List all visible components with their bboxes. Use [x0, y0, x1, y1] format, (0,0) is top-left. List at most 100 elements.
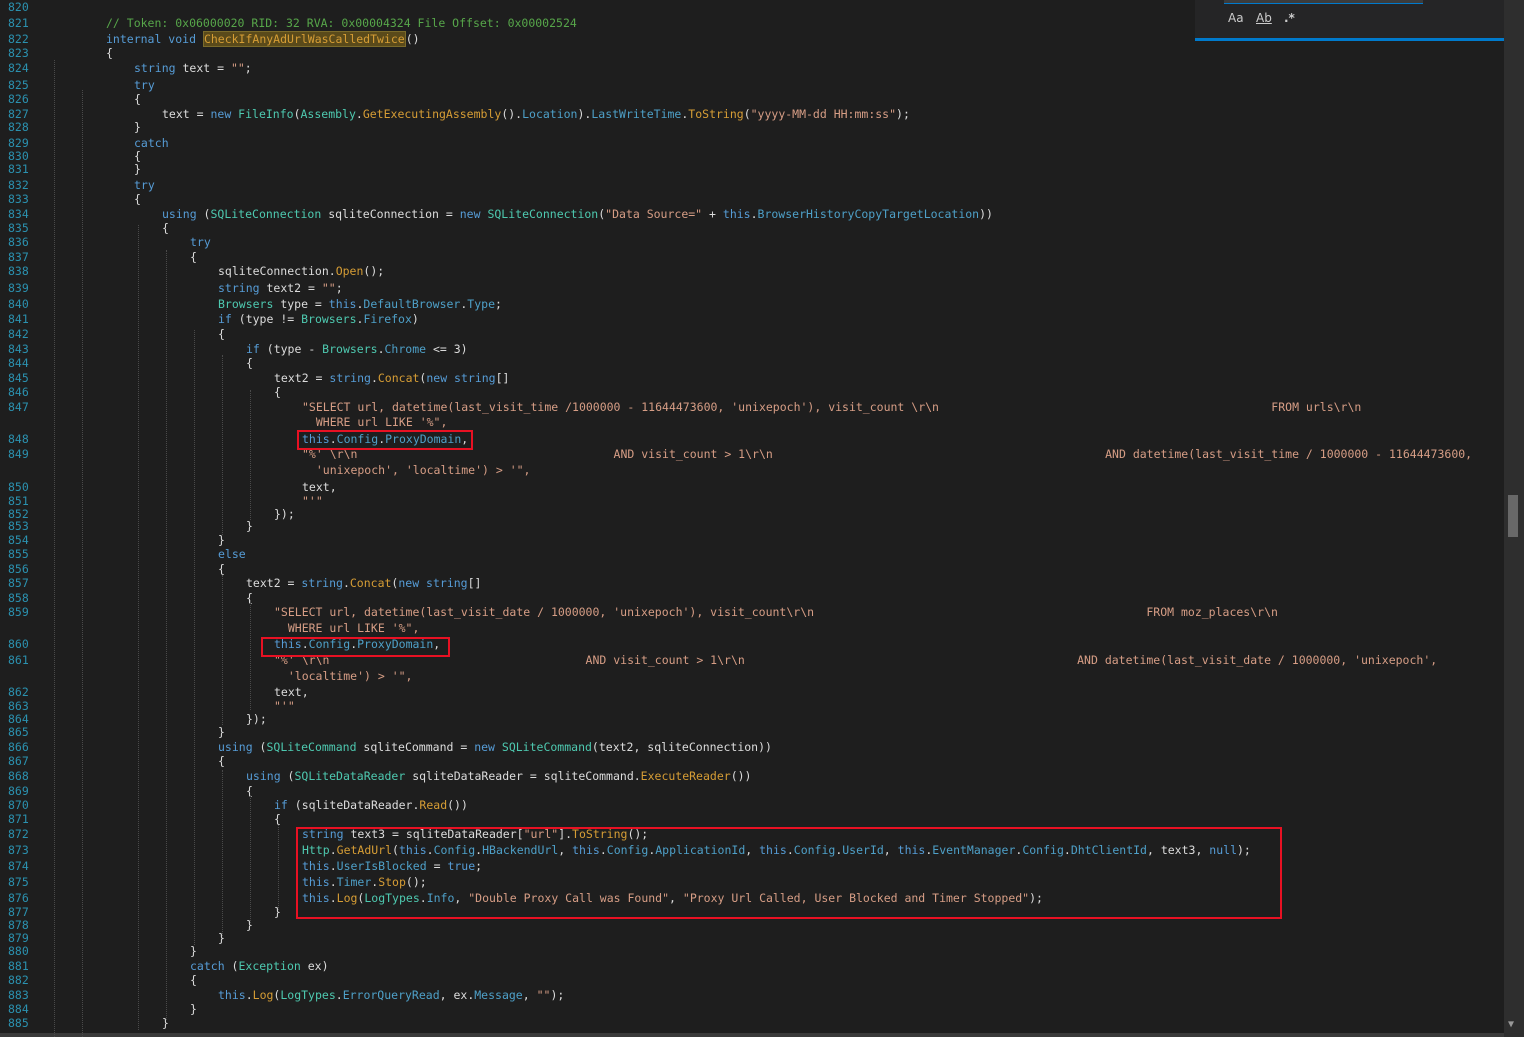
code-token: [] [495, 371, 510, 385]
line-number: 824 [8, 61, 29, 75]
code-token: { [134, 92, 141, 106]
code-token: ( [743, 107, 751, 121]
code-line: { [218, 754, 225, 768]
code-token: text, [302, 480, 337, 494]
code-token: ; [244, 61, 252, 75]
code-token: "SELECT url, datetime(last_visit_date / … [274, 605, 1278, 619]
code-line: { [162, 221, 169, 235]
code-token: 'localtime') > '", [274, 669, 413, 683]
code-token: string [134, 61, 176, 75]
code-token: string [218, 281, 260, 295]
code-line: string text = ""; [134, 61, 252, 75]
line-number: 860 [8, 637, 29, 651]
line-number: 825 [8, 78, 29, 92]
code-token: ). [577, 107, 592, 121]
line-number: 832 [8, 178, 29, 192]
code-line: } [190, 1002, 197, 1016]
line-number: 841 [8, 312, 29, 326]
code-token: Location [522, 107, 578, 121]
line-number: 843 [8, 342, 29, 356]
code-line: this.Log(LogTypes.ErrorQueryRead, ex.Mes… [218, 988, 564, 1002]
vertical-scrollbar[interactable]: ▼ [1504, 0, 1524, 1037]
line-number: 836 [8, 235, 29, 249]
code-token: Message [474, 988, 523, 1002]
code-token: GetExecutingAssembly [362, 107, 502, 121]
code-token: { [218, 754, 225, 768]
code-token: "" [321, 281, 336, 295]
code-line: { [218, 562, 225, 576]
code-token: LogTypes [280, 988, 336, 1002]
line-number: 862 [8, 685, 29, 699]
code-line: text2 = string.Concat(new string[] [274, 371, 509, 385]
code-line: } [246, 519, 253, 533]
code-token: , [522, 988, 537, 1002]
highlight-box-adurl-block [296, 827, 1282, 919]
indent-guide [222, 770, 223, 940]
code-token: () [405, 32, 420, 46]
code-line: { [274, 385, 281, 399]
line-number: 881 [8, 959, 29, 973]
code-line: { [274, 812, 281, 826]
scrollbar-thumb[interactable] [1508, 495, 1518, 537]
indent-guide [54, 60, 55, 1037]
line-number: 859 [8, 605, 29, 619]
line-number: 876 [8, 891, 29, 905]
line-number: 875 [8, 875, 29, 889]
code-token: { [162, 221, 169, 235]
scroll-down-arrow-icon[interactable]: ▼ [1508, 1019, 1514, 1030]
code-token: try [134, 78, 155, 92]
code-token: Browsers [322, 342, 378, 356]
line-number: 868 [8, 769, 29, 783]
code-line: text2 = string.Concat(new string[] [246, 576, 481, 590]
code-line: using (SQLiteDataReader sqliteDataReader… [246, 769, 751, 783]
horizontal-scrollbar[interactable] [0, 1033, 1504, 1037]
code-token: this [722, 207, 751, 221]
line-number: 833 [8, 192, 29, 206]
code-line: else [218, 547, 246, 561]
code-token: { [274, 385, 281, 399]
code-token: . [342, 576, 350, 590]
code-token: . [355, 107, 363, 121]
line-number: 861 [8, 653, 29, 667]
code-token: } [246, 519, 253, 533]
code-line: }); [246, 712, 267, 726]
indent-guide [278, 825, 279, 910]
code-line: } [134, 162, 141, 176]
code-token: text2 = [274, 371, 330, 385]
code-token: Browsers [218, 297, 274, 311]
code-token: "'" [274, 699, 295, 713]
code-token: WHERE url LIKE '%", [274, 621, 420, 635]
line-number: 853 [8, 519, 29, 533]
code-token: if [274, 798, 288, 812]
code-token: sqliteConnection. [218, 264, 336, 278]
line-number: 867 [8, 754, 29, 768]
indent-guide [194, 330, 195, 945]
code-token: ()) [447, 798, 468, 812]
line-number: 837 [8, 250, 29, 264]
line-number: 830 [8, 149, 29, 163]
line-number: 863 [8, 699, 29, 713]
line-number: 823 [8, 46, 29, 60]
line-number: 879 [8, 931, 29, 945]
code-token: { [218, 562, 225, 576]
code-token: 'unixepoch', 'localtime') > '", [302, 463, 531, 477]
whole-word-icon[interactable]: Ab [1256, 11, 1272, 25]
indent-guide [166, 250, 167, 1020]
code-line: string text2 = ""; [218, 281, 343, 295]
match-case-icon[interactable]: Aa [1228, 11, 1244, 25]
regex-icon[interactable]: .* [1284, 11, 1295, 25]
code-token: "" [230, 61, 245, 75]
code-line: { [134, 92, 141, 106]
code-token: text2 = [259, 281, 322, 295]
code-token: new [459, 207, 488, 221]
indent-guide [250, 795, 251, 925]
code-token: Concat [349, 576, 392, 590]
code-token: Log [252, 988, 274, 1002]
code-line: { [190, 250, 197, 264]
code-token: new [474, 740, 502, 754]
code-token: using [162, 207, 197, 221]
line-number: 826 [8, 92, 29, 106]
line-number: 857 [8, 576, 29, 590]
find-input[interactable] [1224, 0, 1423, 4]
code-line: text, [274, 685, 309, 699]
